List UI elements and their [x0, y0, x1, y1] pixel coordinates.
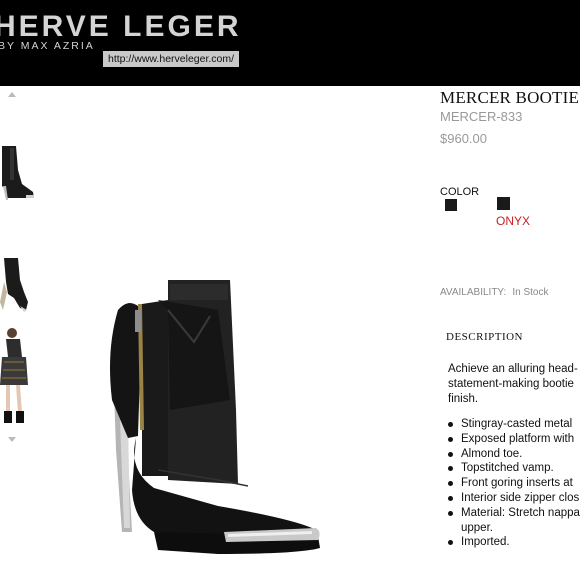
thumbnail-scroll-up-icon[interactable]: [8, 92, 16, 97]
brand-subtitle: BY MAX AZRIA: [0, 40, 95, 52]
feature-list: Stingray-casted metal Exposed platform w…: [448, 417, 580, 550]
product-title: MERCER BOOTIE: [440, 88, 580, 107]
color-swatch-onyx[interactable]: [497, 197, 510, 210]
feature-item: Front goring inserts at: [448, 476, 580, 491]
feature-item-continued: upper.: [461, 521, 493, 534]
feature-item: Interior side zipper clos: [448, 491, 580, 506]
availability: AVAILABILITY: In Stock: [440, 287, 548, 298]
thumbnail-bootie-angle[interactable]: [0, 252, 40, 318]
thumbnail-scroll-down-icon[interactable]: [8, 437, 16, 442]
feature-item: Exposed platform with: [448, 432, 580, 447]
description-line: statement-making bootie: [448, 378, 574, 390]
color-name: ONYX: [496, 214, 531, 228]
feature-item: Topstitched vamp.: [448, 461, 580, 476]
color-label: COLOR: [440, 186, 480, 198]
product-price: $960.00: [440, 131, 487, 146]
availability-label: AVAILABILITY:: [440, 287, 507, 298]
feature-item: Material: Stretch nappa: [448, 506, 580, 521]
description-text: Achieve an alluring head- statement-maki…: [448, 362, 580, 407]
thumbnail-model-dress[interactable]: [0, 327, 40, 427]
product-sku: MERCER-833: [440, 109, 523, 124]
url-label[interactable]: http://www.herveleger.com/: [103, 51, 240, 67]
site-header: HERVE LEGER BY MAX AZRIA http://www.herv…: [0, 0, 580, 86]
main-product-image: [110, 280, 320, 554]
description-line: finish.: [448, 393, 479, 405]
feature-item: Stingray-casted metal: [448, 417, 580, 432]
feature-item: Almond toe.: [448, 447, 580, 462]
availability-value: In Stock: [512, 287, 549, 298]
feature-item: Imported.: [448, 535, 580, 550]
thumbnail-bootie-side[interactable]: [0, 140, 40, 206]
description-line: Achieve an alluring head-: [448, 363, 578, 375]
color-swatch-small[interactable]: [445, 199, 457, 211]
brand-logo[interactable]: HERVE LEGER: [0, 10, 242, 44]
description-heading: DESCRIPTION: [446, 331, 524, 343]
